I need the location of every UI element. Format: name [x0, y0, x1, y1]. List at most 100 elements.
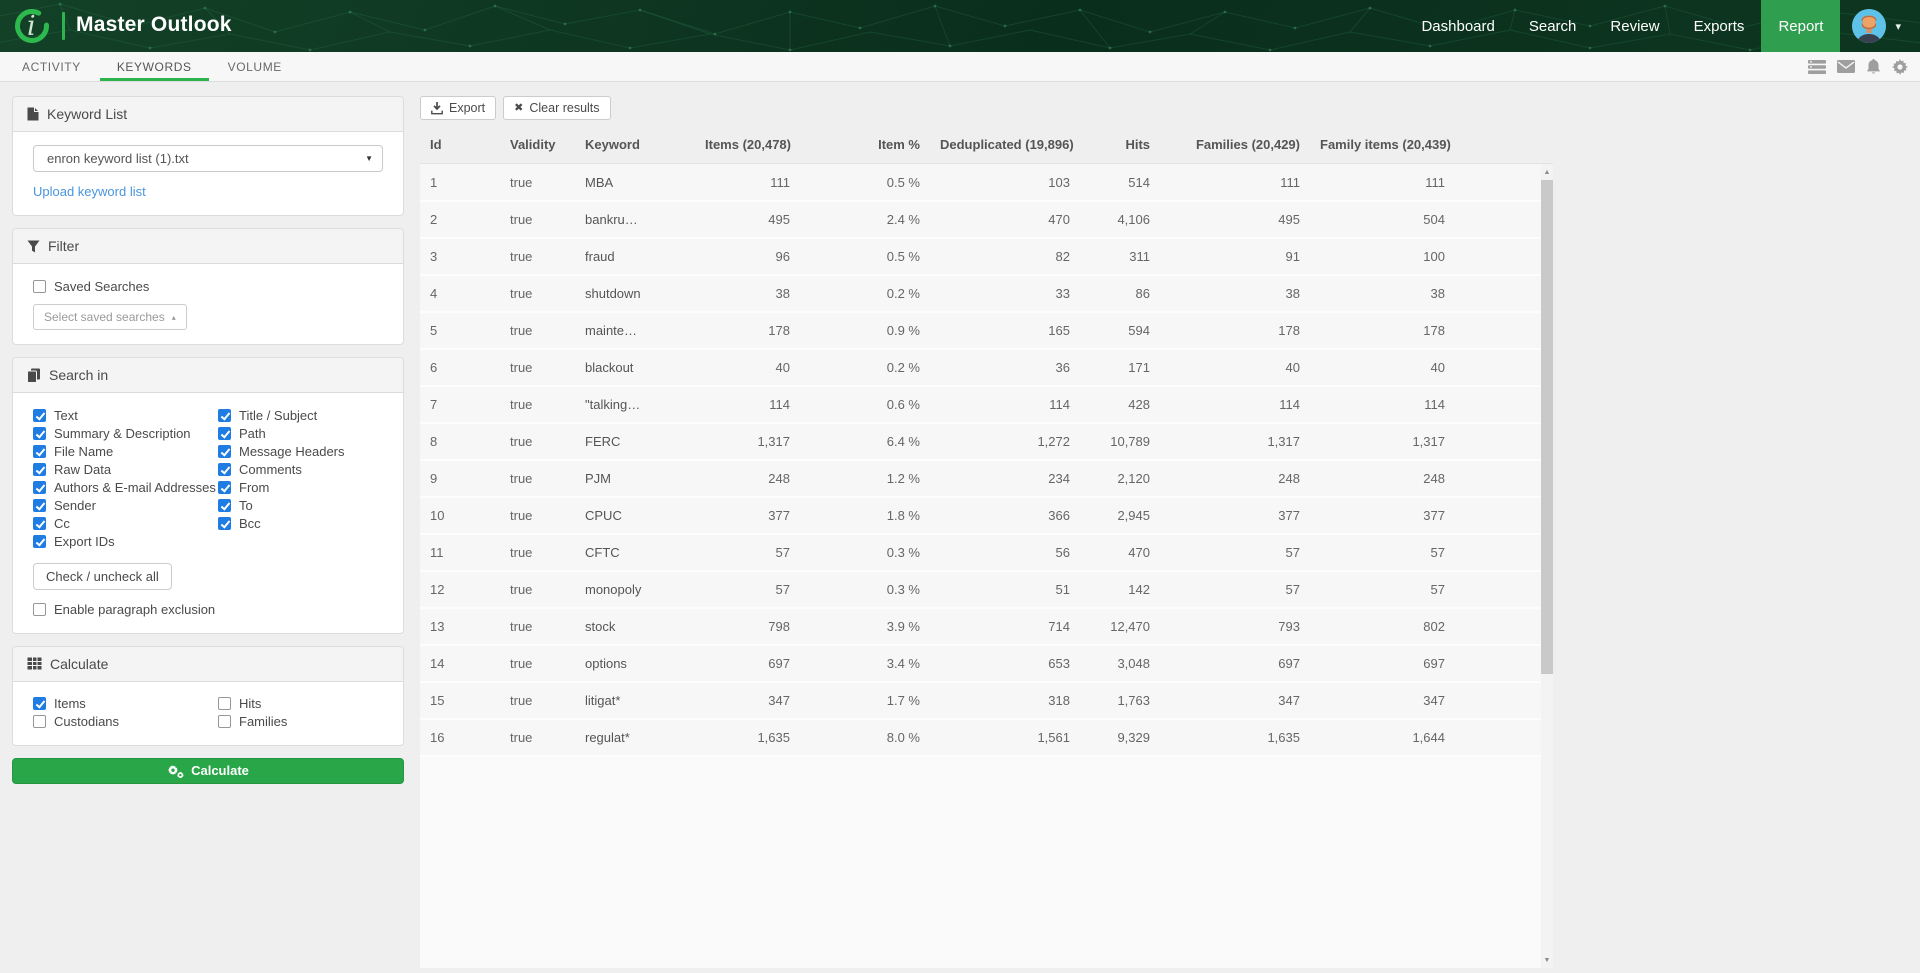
search-field-checkbox[interactable]: [218, 445, 231, 458]
search-field-checkbox[interactable]: [33, 481, 46, 494]
bell-icon[interactable]: [1866, 59, 1881, 75]
brand[interactable]: i Master Outlook: [0, 0, 232, 52]
calculate-option-row[interactable]: Items: [33, 696, 218, 711]
calculate-button[interactable]: Calculate: [12, 758, 404, 784]
search-field-checkbox-row[interactable]: File Name: [33, 444, 218, 459]
search-field-checkbox-row[interactable]: Summary & Description: [33, 426, 218, 441]
table-row[interactable]: 1 true MBA 111 0.5 % 103 514 111 111: [420, 164, 1541, 201]
calculate-option-checkbox[interactable]: [33, 715, 46, 728]
search-field-checkbox-row[interactable]: Sender: [33, 498, 218, 513]
nav-item[interactable]: Dashboard: [1404, 0, 1511, 52]
cell-validity: true: [500, 312, 575, 349]
column-header[interactable]: Id: [420, 129, 500, 163]
mail-icon[interactable]: [1837, 60, 1855, 73]
search-field-checkbox-row[interactable]: Comments: [218, 462, 345, 477]
calculate-option-checkbox[interactable]: [218, 697, 231, 710]
table-row[interactable]: 6 true blackout 40 0.2 % 36 171 40 40: [420, 349, 1541, 386]
gear-icon[interactable]: [1892, 59, 1908, 75]
table-row[interactable]: 5 true mainte… 178 0.9 % 165 594 178 178: [420, 312, 1541, 349]
saved-searches-checkbox-row[interactable]: Saved Searches: [33, 279, 383, 294]
search-field-checkbox[interactable]: [33, 409, 46, 422]
search-field-checkbox-row[interactable]: To: [218, 498, 345, 513]
avatar[interactable]: [1852, 9, 1886, 43]
search-field-checkbox-row[interactable]: Export IDs: [33, 534, 218, 549]
search-field-checkbox[interactable]: [33, 517, 46, 530]
nav-item[interactable]: Review: [1593, 0, 1676, 52]
calculate-option-row[interactable]: Families: [218, 714, 287, 729]
search-field-checkbox[interactable]: [218, 481, 231, 494]
column-header[interactable]: Item %: [800, 129, 930, 163]
clear-results-button[interactable]: ✖ Clear results: [503, 96, 610, 120]
saved-searches-checkbox[interactable]: [33, 280, 46, 293]
column-header[interactable]: Deduplicated (19,896): [930, 129, 1080, 163]
table-row[interactable]: 10 true CPUC 377 1.8 % 366 2,945 377 377: [420, 497, 1541, 534]
scroll-up-arrow[interactable]: ▲: [1541, 165, 1553, 179]
nav-item[interactable]: Search: [1512, 0, 1594, 52]
check-uncheck-all-button[interactable]: Check / uncheck all: [33, 563, 172, 590]
table-row[interactable]: 16 true regulat* 1,635 8.0 % 1,561 9,329…: [420, 719, 1541, 756]
cell-family-items: 697: [1310, 645, 1455, 682]
list-icon[interactable]: [1808, 60, 1826, 74]
calculate-option-checkbox[interactable]: [33, 697, 46, 710]
search-field-checkbox[interactable]: [33, 445, 46, 458]
cell-id: 12: [420, 571, 500, 608]
table-row[interactable]: 12 true monopoly 57 0.3 % 51 142 57 57: [420, 571, 1541, 608]
paragraph-exclusion-row[interactable]: Enable paragraph exclusion: [33, 602, 383, 617]
table-row[interactable]: 9 true PJM 248 1.2 % 234 2,120 248 248: [420, 460, 1541, 497]
user-menu[interactable]: ▾: [1840, 0, 1920, 52]
search-field-checkbox[interactable]: [218, 499, 231, 512]
upload-keyword-list-link[interactable]: Upload keyword list: [33, 184, 146, 199]
search-field-checkbox[interactable]: [218, 517, 231, 530]
table-row[interactable]: 11 true CFTC 57 0.3 % 56 470 57 57: [420, 534, 1541, 571]
table-row[interactable]: 13 true stock 798 3.9 % 714 12,470 793 8…: [420, 608, 1541, 645]
report-tab[interactable]: ACTIVITY: [5, 52, 98, 81]
search-field-checkbox-row[interactable]: Text: [33, 408, 218, 423]
cell-item-pct: 0.6 %: [800, 386, 930, 423]
export-button[interactable]: Export: [420, 96, 496, 120]
column-header[interactable]: Keyword: [575, 129, 695, 163]
search-field-checkbox[interactable]: [33, 499, 46, 512]
table-row[interactable]: 8 true FERC 1,317 6.4 % 1,272 10,789 1,3…: [420, 423, 1541, 460]
table-row[interactable]: 4 true shutdown 38 0.2 % 33 86 38 38: [420, 275, 1541, 312]
paragraph-exclusion-checkbox[interactable]: [33, 603, 46, 616]
calculate-option-checkbox[interactable]: [218, 715, 231, 728]
column-header[interactable]: Items (20,478): [695, 129, 800, 163]
calculate-option-row[interactable]: Hits: [218, 696, 287, 711]
search-field-checkbox-row[interactable]: Cc: [33, 516, 218, 531]
report-tab[interactable]: KEYWORDS: [100, 52, 209, 81]
search-field-checkbox-row[interactable]: Path: [218, 426, 345, 441]
table-row[interactable]: 3 true fraud 96 0.5 % 82 311 91 100: [420, 238, 1541, 275]
scrollbar-thumb[interactable]: [1541, 180, 1553, 674]
column-header[interactable]: Family items (20,439): [1310, 129, 1455, 163]
nav-item[interactable]: Report: [1761, 0, 1840, 52]
search-field-checkbox[interactable]: [218, 463, 231, 476]
search-field-checkbox[interactable]: [33, 427, 46, 440]
scroll-down-arrow[interactable]: ▼: [1541, 953, 1553, 967]
table-row[interactable]: 7 true "talking… 114 0.6 % 114 428 114 1…: [420, 386, 1541, 423]
search-field-checkbox-row[interactable]: Raw Data: [33, 462, 218, 477]
column-header[interactable]: Families (20,429): [1160, 129, 1310, 163]
search-field-checkbox[interactable]: [218, 427, 231, 440]
search-field-checkbox-row[interactable]: Message Headers: [218, 444, 345, 459]
table-row[interactable]: 15 true litigat* 347 1.7 % 318 1,763 347…: [420, 682, 1541, 719]
calculate-option-row[interactable]: Custodians: [33, 714, 218, 729]
search-field-checkbox-row[interactable]: Title / Subject: [218, 408, 345, 423]
search-field-checkbox[interactable]: [218, 409, 231, 422]
column-header[interactable]: Hits: [1080, 129, 1160, 163]
saved-searches-select[interactable]: Select saved searches ▴: [33, 304, 187, 330]
chevron-down-icon[interactable]: ▾: [1895, 20, 1901, 33]
file-icon: [27, 107, 39, 121]
table-row[interactable]: 2 true bankru… 495 2.4 % 470 4,106 495 5…: [420, 201, 1541, 238]
nav-item[interactable]: Exports: [1677, 0, 1762, 52]
column-header[interactable]: Validity: [500, 129, 575, 163]
search-field-checkbox[interactable]: [33, 535, 46, 548]
keyword-list-select[interactable]: enron keyword list (1).txt ▼: [33, 145, 383, 172]
report-tab[interactable]: VOLUME: [211, 52, 299, 81]
cell-keyword: blackout: [575, 349, 695, 386]
search-field-checkbox-row[interactable]: Bcc: [218, 516, 345, 531]
vertical-scrollbar[interactable]: ▲ ▼: [1541, 164, 1553, 968]
search-field-checkbox-row[interactable]: From: [218, 480, 345, 495]
search-field-checkbox-row[interactable]: Authors & E-mail Addresses: [33, 480, 218, 495]
table-row[interactable]: 14 true options 697 3.4 % 653 3,048 697 …: [420, 645, 1541, 682]
search-field-checkbox[interactable]: [33, 463, 46, 476]
